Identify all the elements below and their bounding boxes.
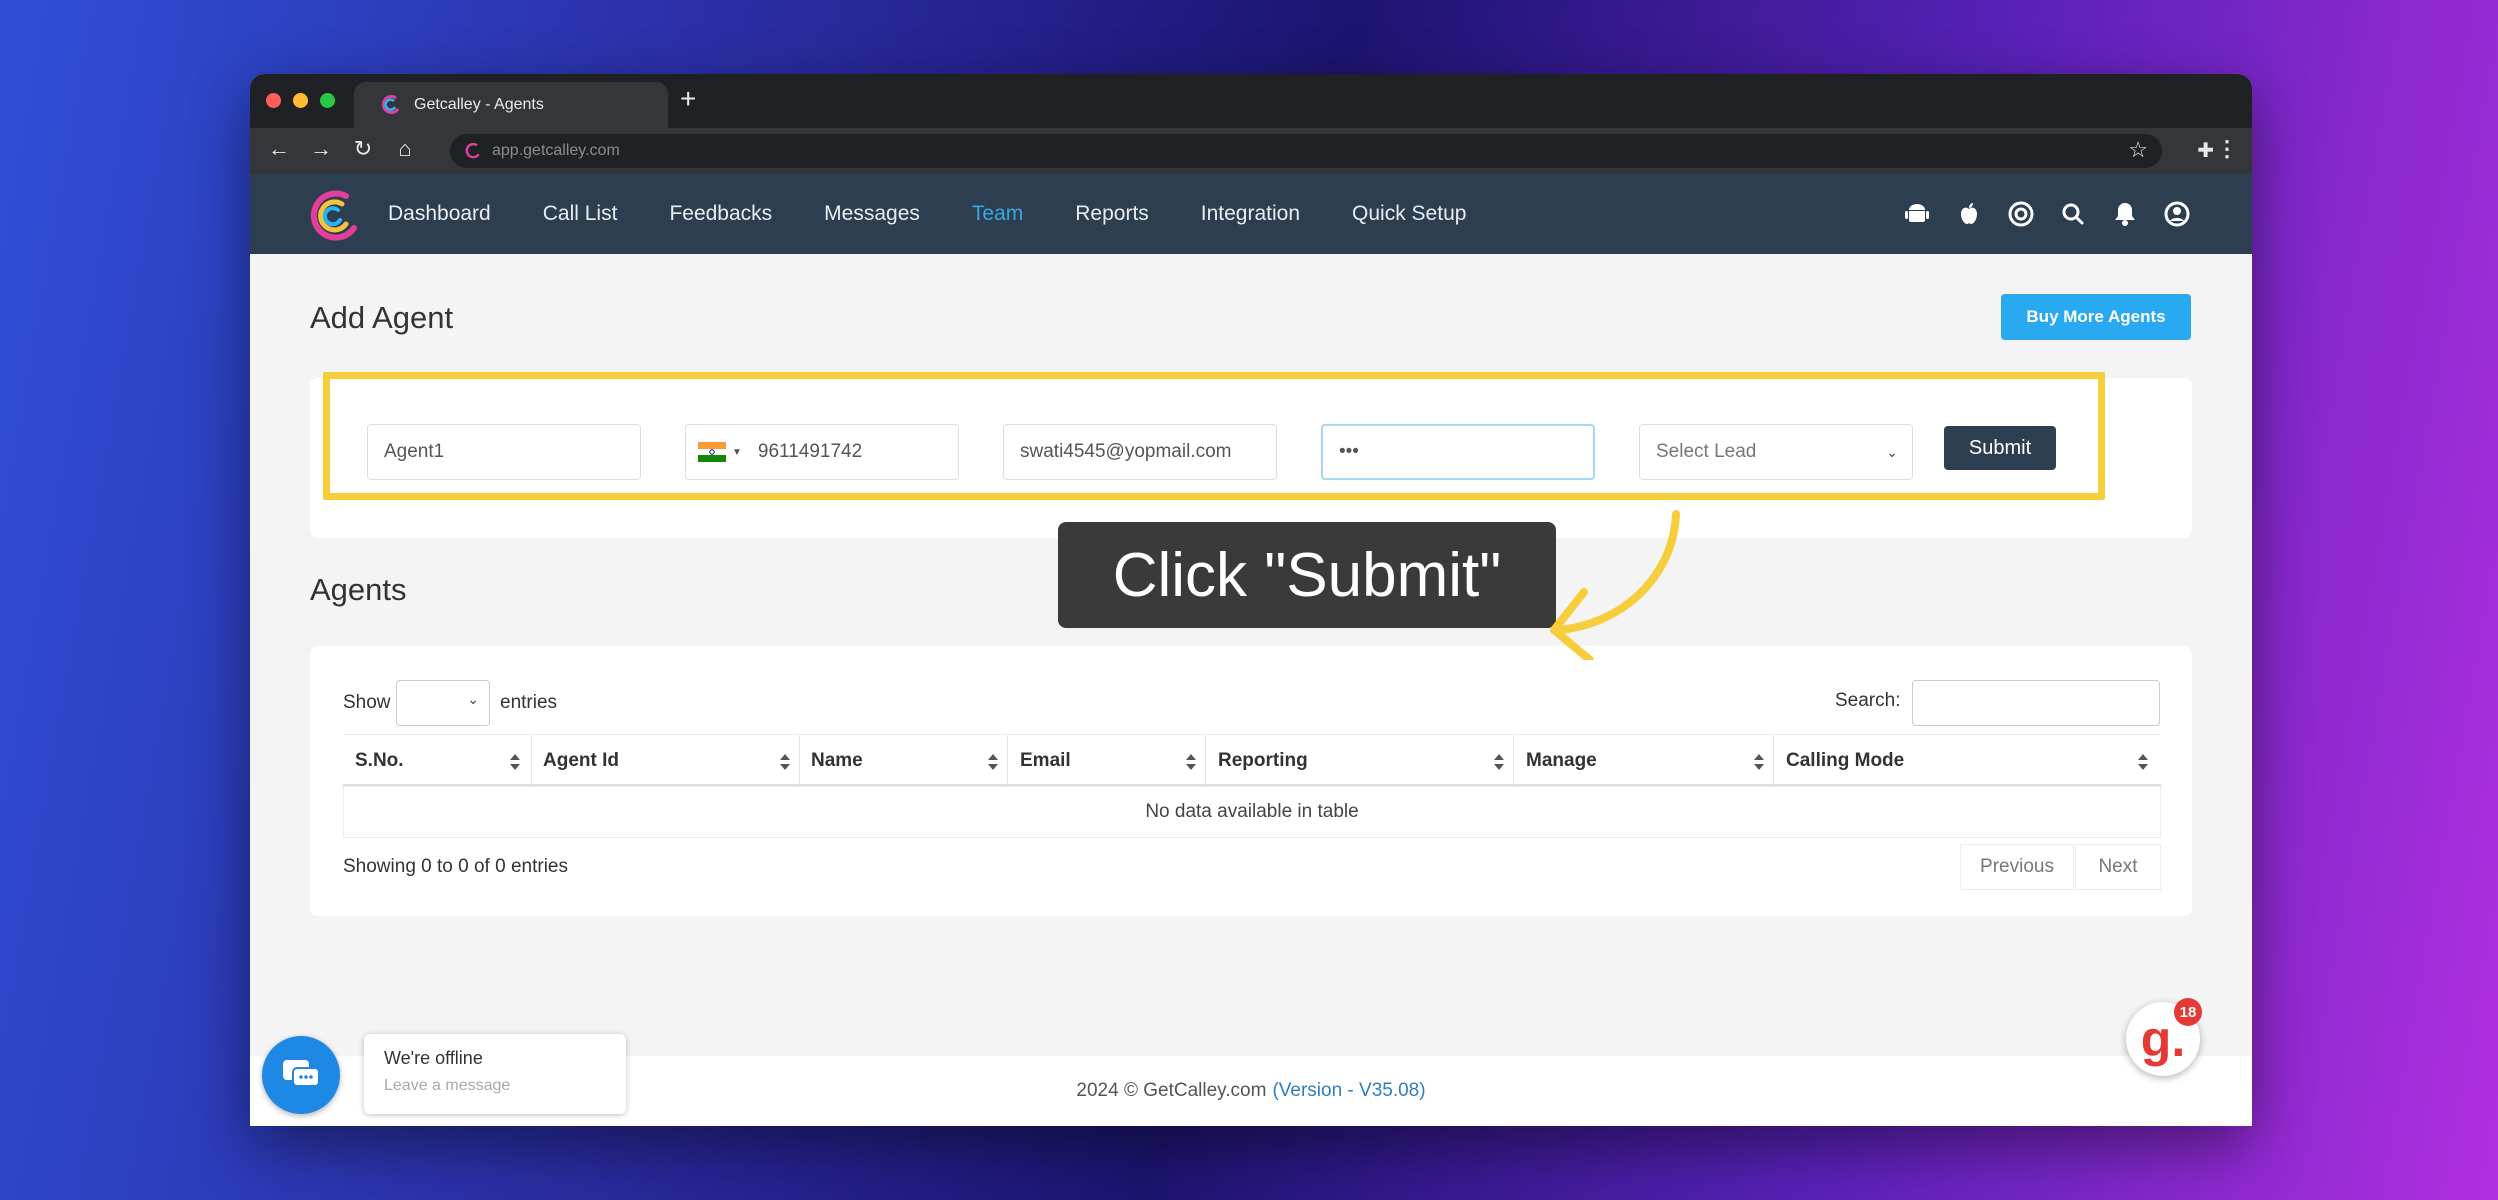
column-calling-mode[interactable]: Calling Mode bbox=[1786, 735, 1904, 787]
column-manage[interactable]: Manage bbox=[1526, 735, 1597, 787]
chat-status-card[interactable]: We're offline Leave a message bbox=[364, 1034, 626, 1114]
phone-value: 9611491742 bbox=[757, 441, 863, 462]
sort-icon[interactable] bbox=[779, 752, 791, 772]
window-controls bbox=[266, 93, 335, 108]
india-flag-icon[interactable] bbox=[698, 442, 726, 462]
previous-page-button[interactable]: Previous bbox=[1960, 844, 2074, 890]
next-page-button[interactable]: Next bbox=[2075, 844, 2161, 890]
column-sno[interactable]: S.No. bbox=[355, 735, 404, 787]
maximize-window-button[interactable] bbox=[320, 93, 335, 108]
browser-tabbar: Getcalley - Agents + bbox=[250, 74, 2252, 128]
add-agent-title: Add Agent bbox=[310, 300, 454, 335]
close-window-button[interactable] bbox=[266, 93, 281, 108]
entries-select[interactable]: ⌄ bbox=[396, 680, 490, 726]
column-name[interactable]: Name bbox=[811, 735, 863, 787]
chat-widget-button[interactable] bbox=[262, 1036, 340, 1114]
bookmark-star-icon[interactable]: ☆ bbox=[2128, 137, 2148, 163]
nav-team[interactable]: Team bbox=[972, 202, 1023, 226]
sort-icon[interactable] bbox=[1185, 752, 1197, 772]
table-header: S.No. Agent Id Name Email Reporting Mana… bbox=[343, 734, 2161, 787]
chat-status-subtitle: Leave a message bbox=[384, 1077, 511, 1094]
table-search-input[interactable] bbox=[1912, 680, 2160, 726]
agent-name-field[interactable]: Agent1 bbox=[367, 424, 641, 480]
getcalley-logo[interactable] bbox=[306, 188, 362, 244]
reload-icon[interactable]: ↻ bbox=[348, 136, 378, 162]
site-favicon-icon bbox=[465, 142, 480, 159]
copyright-text: 2024 © GetCalley.com bbox=[1076, 1080, 1267, 1101]
address-bar[interactable]: app.getcalley.com ☆ bbox=[450, 134, 2162, 168]
user-icon[interactable] bbox=[2162, 199, 2192, 229]
forward-arrow-icon[interactable]: → bbox=[306, 136, 336, 162]
column-agent-id[interactable]: Agent Id bbox=[543, 735, 619, 787]
submit-button[interactable]: Submit bbox=[1944, 426, 2056, 470]
nav-call-list[interactable]: Call List bbox=[543, 202, 618, 226]
browser-menu-icon[interactable]: ⋮ bbox=[2216, 136, 2238, 162]
getcalley-favicon-icon bbox=[381, 95, 400, 114]
buy-more-agents-button[interactable]: Buy More Agents bbox=[2001, 294, 2191, 340]
table-info-text: Showing 0 to 0 of 0 entries bbox=[343, 856, 568, 877]
column-email[interactable]: Email bbox=[1020, 735, 1071, 787]
extensions-puzzle-icon[interactable]: ✚ bbox=[2197, 138, 2214, 163]
chevron-down-icon: ⌄ bbox=[467, 691, 479, 707]
callout-arrow-icon bbox=[1550, 510, 1680, 660]
nav-messages[interactable]: Messages bbox=[824, 202, 920, 226]
chat-icon bbox=[283, 1060, 320, 1087]
agents-title: Agents bbox=[310, 572, 407, 607]
tutorial-callout: Click "Submit" bbox=[1058, 522, 1556, 628]
nav-feedbacks[interactable]: Feedbacks bbox=[669, 202, 772, 226]
chevron-down-icon: ⌄ bbox=[1886, 443, 1898, 460]
email-field[interactable]: swati4545@yopmail.com bbox=[1003, 424, 1277, 480]
app-navbar: Dashboard Call List Feedbacks Messages T… bbox=[250, 174, 2252, 254]
sort-icon[interactable] bbox=[509, 752, 521, 772]
nav-icons bbox=[1902, 199, 2192, 229]
show-label: Show bbox=[343, 692, 391, 713]
tab-title: Getcalley - Agents bbox=[414, 96, 544, 113]
search-icon[interactable] bbox=[2058, 199, 2088, 229]
notification-count-badge: 18 bbox=[2174, 998, 2202, 1026]
country-dropdown-caret-icon[interactable]: ▼ bbox=[732, 447, 742, 458]
nav-reports[interactable]: Reports bbox=[1075, 202, 1149, 226]
apple-icon[interactable] bbox=[1954, 199, 1984, 229]
minimize-window-button[interactable] bbox=[293, 93, 308, 108]
sort-icon[interactable] bbox=[1493, 752, 1505, 772]
entries-label: entries bbox=[500, 692, 558, 713]
back-arrow-icon[interactable]: ← bbox=[264, 136, 294, 162]
sort-icon[interactable] bbox=[2137, 752, 2149, 772]
search-label: Search: bbox=[1835, 690, 1901, 711]
home-icon[interactable]: ⌂ bbox=[390, 136, 420, 162]
browser-toolbar: ← → ↻ ⌂ app.getcalley.com ☆ ✚ ⋮ bbox=[250, 128, 2252, 174]
android-icon[interactable] bbox=[1902, 199, 1932, 229]
sort-icon[interactable] bbox=[987, 752, 999, 772]
sort-icon[interactable] bbox=[1753, 752, 1765, 772]
table-empty-row: No data available in table bbox=[343, 786, 2161, 838]
phone-field[interactable]: ▼ 9611491742 bbox=[685, 424, 959, 480]
column-reporting[interactable]: Reporting bbox=[1218, 735, 1308, 787]
nav-quick-setup[interactable]: Quick Setup bbox=[1352, 202, 1466, 226]
nav-integration[interactable]: Integration bbox=[1201, 202, 1300, 226]
chat-status-title: We're offline bbox=[384, 1048, 483, 1068]
new-tab-button[interactable]: + bbox=[680, 84, 696, 114]
browser-tab[interactable]: Getcalley - Agents bbox=[354, 82, 668, 128]
support-icon[interactable] bbox=[2006, 199, 2036, 229]
version-link[interactable]: (Version - V35.08) bbox=[1272, 1080, 1425, 1102]
url-text: app.getcalley.com bbox=[492, 142, 620, 159]
nav-dashboard[interactable]: Dashboard bbox=[388, 202, 491, 226]
main-menu: Dashboard Call List Feedbacks Messages T… bbox=[388, 174, 1518, 254]
bell-icon[interactable] bbox=[2110, 199, 2140, 229]
